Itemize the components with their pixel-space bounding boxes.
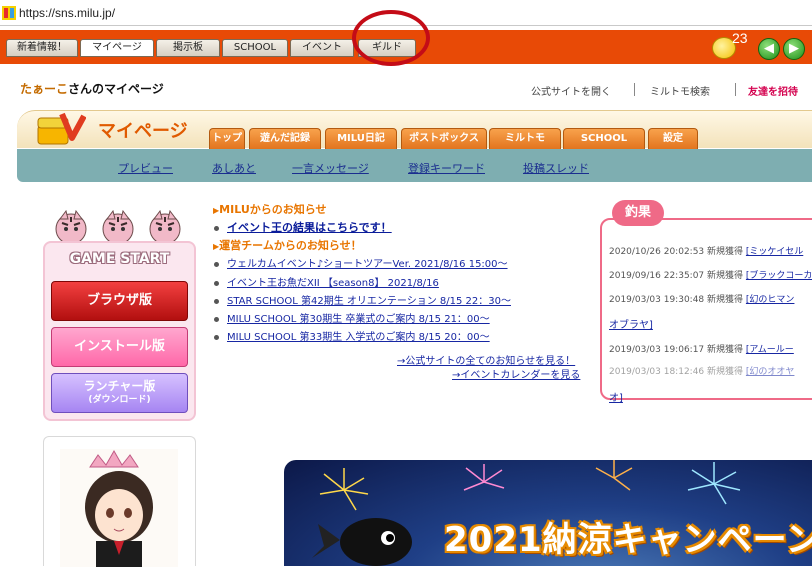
fishing-row: 2020/10/26 20:02:53 新規獲得 [ミッケイセル <box>609 247 804 257</box>
tab-school[interactable]: SCHOOL <box>222 39 288 57</box>
bullet-icon <box>214 334 219 340</box>
fishing-results-title: 釣果 <box>612 200 664 226</box>
subnav-threads[interactable]: 投稿スレッド <box>523 160 589 176</box>
forward-arrow-icon[interactable]: ▶ <box>783 38 805 60</box>
bullet-icon <box>214 225 219 231</box>
campaign-title: 2021納涼キャンペーン <box>444 520 812 560</box>
tab-mypage[interactable]: マイページ <box>80 39 154 57</box>
top-menu-bar: 新着情報！ マイページ 掲示板 SCHOOL イベント ギルド 23 ◀ ▶ <box>0 10 812 66</box>
event-calendar-link[interactable]: →イベントカレンダーを見る <box>452 366 580 381</box>
divider <box>735 83 736 96</box>
tab-milu-diary[interactable]: MILU日記 <box>325 128 397 149</box>
game-start-panel: GAME START ブラウザ版 インストール版 ランチャー版 (ダウンロード) <box>43 241 196 421</box>
browser-version-button[interactable]: ブラウザ版 <box>51 281 188 321</box>
fishing-row: 2019/03/03 18:12:46 新規獲得 [幻のオオヤ <box>609 367 795 377</box>
tiger-mascot-icon <box>55 209 87 245</box>
tab-milutomo[interactable]: ミルトモ <box>489 128 561 149</box>
user-name: たぁーこ <box>20 82 69 96</box>
fishing-row: 2019/03/03 19:06:17 新規獲得 [アムールー <box>609 345 794 355</box>
official-site-link[interactable]: 公式サイトを開く <box>531 83 611 98</box>
tab-board[interactable]: 掲示板 <box>156 39 220 57</box>
fishing-row-continued[interactable]: オブラヤ] <box>609 316 653 331</box>
news-item[interactable]: イベント王お魚だXII 【season8】 2021/8/16 <box>214 274 439 289</box>
news-item[interactable]: MILU SCHOOL 第33期生 入学式のご案内 8/15 20：00～ <box>214 328 490 343</box>
all-news-link[interactable]: →公式サイトの全てのお知らせを見る！ <box>397 352 575 367</box>
fishing-row-continued[interactable]: オ] <box>609 389 623 404</box>
mypage-heading: マイページ <box>98 121 188 142</box>
tab-event[interactable]: イベント <box>290 39 354 57</box>
page-title: たぁーこさんのマイページ <box>20 80 164 97</box>
invite-friend-link[interactable]: 友達を招待 <box>748 83 798 98</box>
mypage-logo-icon <box>37 112 86 145</box>
tab-top[interactable]: トップ <box>209 128 245 149</box>
game-start-heading: GAME START <box>69 251 170 267</box>
milu-news-heading: ▶MILUからのお知らせ <box>213 203 327 216</box>
tiger-mascot-icon <box>149 209 181 245</box>
page-title-suffix: さんのマイページ <box>68 82 164 96</box>
campaign-banner[interactable]: 2021納涼キャンペーン <box>284 460 812 566</box>
subnav-preview[interactable]: プレビュー <box>118 160 173 176</box>
news-item[interactable]: イベント王の結果はこちらです！ <box>214 219 392 235</box>
bullet-icon <box>214 280 219 286</box>
subnav-message[interactable]: 一言メッセージ <box>292 160 369 176</box>
tab-news[interactable]: 新着情報！ <box>6 39 78 57</box>
bullet-icon <box>214 261 219 267</box>
launcher-sublabel: (ダウンロード) <box>88 395 151 405</box>
notification-count: 23 <box>732 30 748 46</box>
launcher-version-button[interactable]: ランチャー版 (ダウンロード) <box>51 373 188 413</box>
tiger-mascot-icon <box>102 209 134 245</box>
ops-news-heading: ▶運営チームからのお知らせ！ <box>213 239 362 252</box>
url-text[interactable]: https://sns.milu.jp/ <box>19 6 115 20</box>
news-item[interactable]: MILU SCHOOL 第30期生 卒業式のご案内 8/15 21：00～ <box>214 310 490 325</box>
subnav-keywords[interactable]: 登録キーワード <box>408 160 485 176</box>
tab-settings[interactable]: 設定 <box>648 128 698 149</box>
bullet-icon <box>214 298 219 304</box>
annotation-circle <box>352 10 430 66</box>
install-version-button[interactable]: インストール版 <box>51 327 188 367</box>
news-item[interactable]: STAR SCHOOL 第42期生 オリエンテーション 8/15 22：30～ <box>214 292 511 307</box>
fishing-row: 2019/03/03 19:30:48 新規獲得 [幻のヒマン <box>609 295 795 305</box>
launcher-label: ランチャー版 <box>83 379 156 393</box>
back-arrow-icon[interactable]: ◀ <box>758 38 780 60</box>
site-favicon-icon <box>2 6 16 20</box>
bullet-icon <box>214 316 219 322</box>
news-item[interactable]: ウェルカムイベント♪ショートツアーVer. 2021/8/16 15:00～ <box>214 255 508 270</box>
tab-postbox[interactable]: ポストボックス <box>401 128 487 149</box>
tab-play-record[interactable]: 遊んだ記録 <box>249 128 321 149</box>
divider <box>634 83 635 96</box>
tab-mypage-school[interactable]: SCHOOL <box>563 128 645 149</box>
milutomo-search-link[interactable]: ミルトモ検索 <box>650 83 710 98</box>
avatar[interactable] <box>44 437 194 567</box>
fishing-row: 2019/09/16 22:35:07 新規獲得 [ブラックコーカ <box>609 271 812 281</box>
avatar-panel <box>43 436 196 567</box>
subnav-footprints[interactable]: あしあと <box>212 160 256 176</box>
